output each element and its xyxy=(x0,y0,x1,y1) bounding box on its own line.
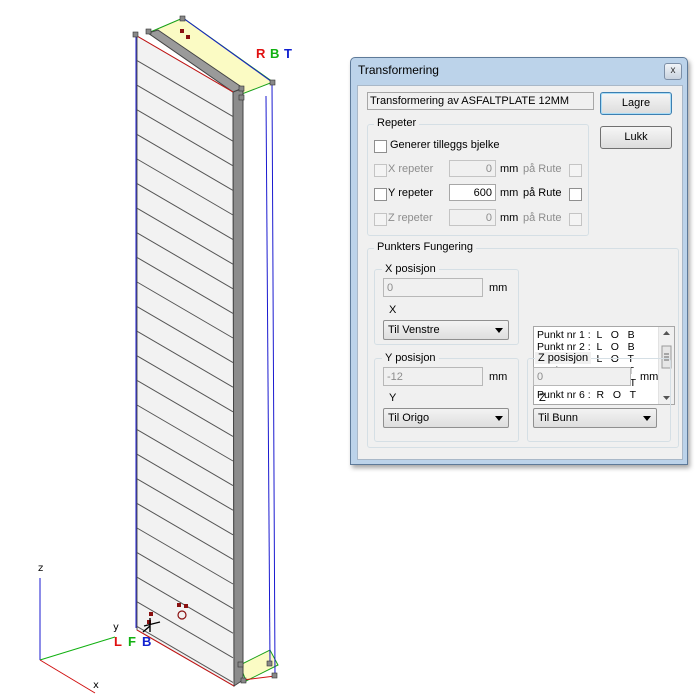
save-button[interactable]: Lagre xyxy=(600,92,672,115)
point-list-item[interactable]: Punkt nr 1 : L O B xyxy=(537,329,635,341)
y-repeat-input[interactable]: 600 xyxy=(449,184,496,201)
y-position-unit: mm xyxy=(489,371,508,383)
z-repeat-label: Z repeter xyxy=(388,212,433,224)
x-position-unit: mm xyxy=(489,282,508,294)
x-repeat-input[interactable]: 0 xyxy=(449,160,496,177)
y-axis-label: Y xyxy=(389,392,397,404)
y-alignment-value: Til Origo xyxy=(388,412,430,424)
x-alignment-value: Til Venstre xyxy=(388,324,440,336)
chevron-down-icon xyxy=(643,416,651,421)
z-route-checkbox[interactable] xyxy=(569,213,582,226)
x-position-title: X posisjon xyxy=(382,263,439,275)
x-position-input[interactable]: 0 xyxy=(383,278,483,297)
label-r-top: R xyxy=(256,46,266,61)
chevron-down-icon xyxy=(495,328,503,333)
x-route-label: på Rute xyxy=(523,163,562,175)
z-position-title: Z posisjon xyxy=(535,352,592,364)
z-alignment-value: Til Bunn xyxy=(538,412,578,424)
y-repeat-unit: mm xyxy=(500,187,519,199)
y-position-title: Y posisjon xyxy=(382,352,439,364)
y-route-checkbox[interactable] xyxy=(569,188,582,201)
points-group-title: Punkters Fungering xyxy=(374,241,476,253)
label-t-top: T xyxy=(284,46,292,61)
label-b-top: B xyxy=(270,46,280,61)
transform-dialog: Transformering x Transformering av ASFAL… xyxy=(350,57,688,465)
x-alignment-select[interactable]: Til Venstre xyxy=(383,320,509,340)
z-position-unit: mm xyxy=(640,371,659,383)
chevron-down-icon xyxy=(495,416,503,421)
axis-label-y: y xyxy=(113,622,119,633)
axis-label-z: z xyxy=(38,563,44,574)
dialog-title: Transformering xyxy=(358,63,439,77)
z-alignment-select[interactable]: Til Bunn xyxy=(533,408,657,428)
y-alignment-select[interactable]: Til Origo xyxy=(383,408,509,428)
extra-beam-label: Generer tilleggs bjelke xyxy=(390,139,500,151)
y-repeat-checkbox[interactable] xyxy=(374,188,387,201)
description-field: Transformering av ASFALTPLATE 12MM xyxy=(367,92,594,110)
x-repeat-label: X repeter xyxy=(388,163,434,175)
x-repeat-checkbox[interactable] xyxy=(374,164,387,177)
label-b-bottom: B xyxy=(142,634,152,649)
z-axis-label: Z xyxy=(539,392,546,404)
extra-beam-checkbox[interactable] xyxy=(374,140,387,153)
y-route-label: på Rute xyxy=(523,187,562,199)
y-repeat-label: Y repeter xyxy=(388,187,434,199)
label-f-bottom: F xyxy=(128,634,136,649)
axis-label-x: x xyxy=(93,680,99,691)
x-route-checkbox[interactable] xyxy=(569,164,582,177)
z-route-label: på Rute xyxy=(523,212,562,224)
x-axis-label: X xyxy=(389,304,397,316)
close-window-icon[interactable]: x xyxy=(664,63,682,80)
global-axes xyxy=(39,578,116,694)
repeat-group-title: Repeter xyxy=(374,117,420,129)
z-repeat-unit: mm xyxy=(500,212,519,224)
label-l-bottom: L xyxy=(114,634,122,649)
board-edge xyxy=(232,87,244,687)
dialog-body: Transformering av ASFALTPLATE 12MM Lagre… xyxy=(357,85,683,460)
close-button[interactable]: Lukk xyxy=(600,126,672,149)
z-repeat-checkbox[interactable] xyxy=(374,213,387,226)
y-position-input[interactable]: -12 xyxy=(383,367,483,386)
x-repeat-unit: mm xyxy=(500,163,519,175)
z-position-input[interactable]: 0 xyxy=(533,367,631,386)
z-repeat-input[interactable]: 0 xyxy=(449,209,496,226)
